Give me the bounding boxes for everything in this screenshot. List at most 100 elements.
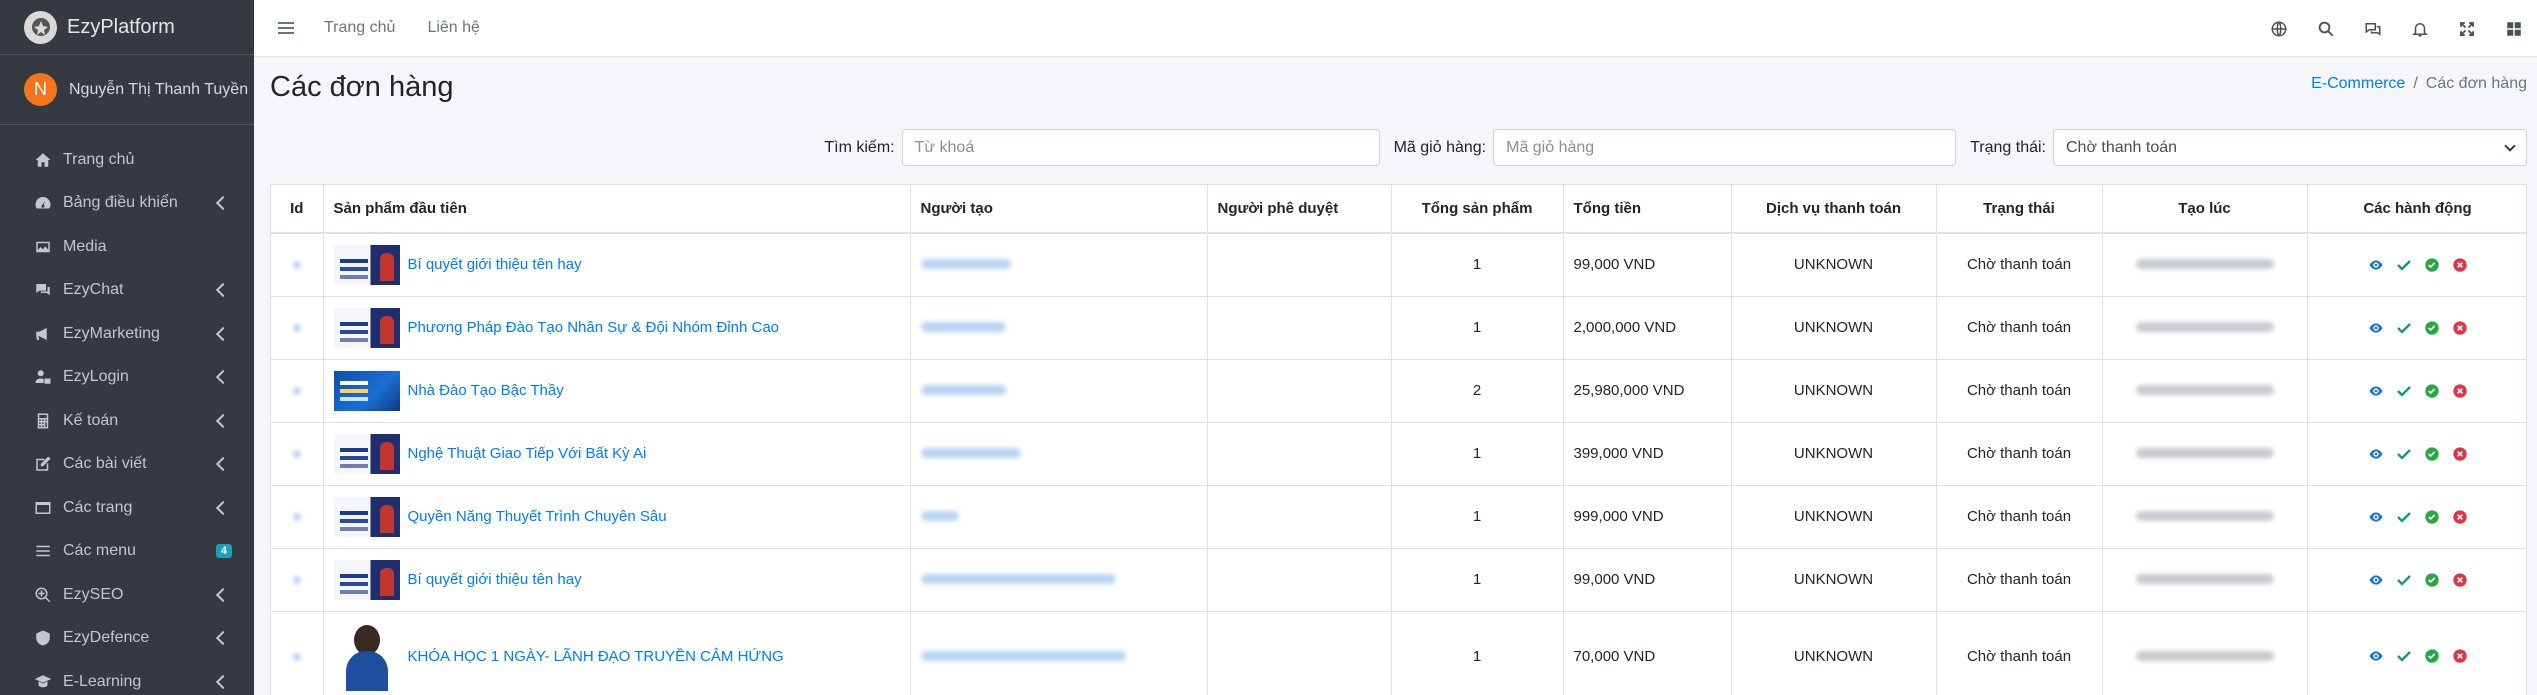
- creator-cell[interactable]: [910, 295, 1208, 359]
- delete-circle-x-icon[interactable]: [2452, 509, 2468, 525]
- order-id-cell[interactable]: [271, 232, 324, 296]
- view-eye-icon[interactable]: [2368, 446, 2384, 462]
- sidebar-item-elearning[interactable]: E-Learning: [0, 660, 254, 695]
- column-header-total-items: Tổng sản phẩm: [1391, 185, 1564, 234]
- home-icon: [32, 149, 54, 171]
- approver-cell: [1207, 610, 1392, 695]
- product-link[interactable]: Phương Pháp Đào Tạo Nhân Sự & Đội Nhóm Đ…: [408, 319, 780, 336]
- chevron-left-icon: [215, 587, 231, 602]
- total-items-cell: 1: [1391, 295, 1564, 359]
- order-id-cell[interactable]: [271, 358, 324, 422]
- sidebar-item-ezydefence[interactable]: EzyDefence: [0, 617, 254, 661]
- approve-circle-check-icon[interactable]: [2424, 320, 2440, 336]
- search-plus-icon: [32, 584, 54, 606]
- order-id-cell[interactable]: [271, 421, 324, 485]
- view-eye-icon[interactable]: [2368, 257, 2384, 273]
- top-link-home[interactable]: Trang chủ: [324, 19, 395, 37]
- approve-circle-check-icon[interactable]: [2424, 257, 2440, 273]
- redacted-date: [2135, 259, 2274, 270]
- approve-circle-check-icon[interactable]: [2424, 383, 2440, 399]
- user-panel[interactable]: N Nguyễn Thị Thanh Tuyền: [0, 55, 254, 125]
- view-eye-icon[interactable]: [2368, 572, 2384, 588]
- status-cell: Chờ thanh toán: [1936, 610, 2103, 695]
- view-eye-icon[interactable]: [2368, 648, 2384, 664]
- sidebar-item-label: Trang chủ: [63, 150, 135, 168]
- breadcrumb-link-ecommerce[interactable]: E-Commerce: [2311, 75, 2405, 92]
- delete-circle-x-icon[interactable]: [2452, 572, 2468, 588]
- sidebar-item-home[interactable]: Trang chủ: [0, 138, 254, 182]
- order-id-cell[interactable]: [271, 295, 324, 359]
- breadcrumb: E-Commerce / Các đơn hàng: [2311, 75, 2527, 93]
- sidebar-item-media[interactable]: Media: [0, 225, 254, 269]
- actions-cell: [2307, 358, 2526, 422]
- search-icon[interactable]: [2302, 0, 2349, 57]
- created-at-cell: [2102, 484, 2308, 548]
- creator-cell[interactable]: [910, 421, 1208, 485]
- product-link[interactable]: Bí quyết giới thiệu tên hay: [408, 256, 582, 273]
- creator-cell[interactable]: [910, 484, 1208, 548]
- order-id-cell[interactable]: [271, 547, 324, 611]
- check-icon[interactable]: [2396, 446, 2412, 462]
- approve-circle-check-icon[interactable]: [2424, 572, 2440, 588]
- redacted-creator: [920, 259, 1011, 270]
- order-id-cell[interactable]: [271, 610, 324, 695]
- order-id-cell[interactable]: [271, 484, 324, 548]
- check-icon[interactable]: [2396, 572, 2412, 588]
- search-input[interactable]: [901, 129, 1380, 166]
- status-cell: Chờ thanh toán: [1936, 358, 2103, 422]
- check-icon[interactable]: [2396, 383, 2412, 399]
- fullscreen-icon[interactable]: [2443, 0, 2490, 57]
- check-icon[interactable]: [2396, 320, 2412, 336]
- brand[interactable]: EzyPlatform: [0, 0, 254, 55]
- creator-cell[interactable]: [910, 358, 1208, 422]
- cart-code-input[interactable]: [1493, 129, 1957, 166]
- approve-circle-check-icon[interactable]: [2424, 648, 2440, 664]
- approve-circle-check-icon[interactable]: [2424, 509, 2440, 525]
- comments-icon[interactable]: [2349, 0, 2396, 57]
- view-eye-icon[interactable]: [2368, 383, 2384, 399]
- created-at-cell: [2102, 295, 2308, 359]
- check-icon[interactable]: [2396, 257, 2412, 273]
- check-icon[interactable]: [2396, 648, 2412, 664]
- creator-cell[interactable]: [910, 547, 1208, 611]
- product-link[interactable]: Nghệ Thuật Giao Tiếp Với Bất Kỳ Ai: [408, 445, 647, 462]
- creator-cell[interactable]: [910, 610, 1208, 695]
- product-link[interactable]: Nhà Đào Tạo Bậc Thầy: [408, 382, 564, 399]
- sidebar-item-posts[interactable]: Các bài viết: [0, 443, 254, 487]
- user-lock-icon: [32, 366, 54, 388]
- delete-circle-x-icon[interactable]: [2452, 383, 2468, 399]
- redacted-date: [2135, 650, 2274, 661]
- sidebar-item-ezymarketing[interactable]: EzyMarketing: [0, 312, 254, 356]
- sidebar-item-ezychat[interactable]: EzyChat: [0, 269, 254, 313]
- sidebar-item-label: Các menu: [63, 542, 136, 560]
- sidebar-item-menus[interactable]: Các menu 4: [0, 530, 254, 574]
- created-at-cell: [2102, 232, 2308, 296]
- sidebar-item-ezylogin[interactable]: EzyLogin: [0, 356, 254, 400]
- sidebar-item-pages[interactable]: Các trang: [0, 486, 254, 530]
- page-title: Các đơn hàng: [270, 71, 454, 103]
- sidebar-item-dashboard[interactable]: Bảng điều khiển: [0, 182, 254, 226]
- sidebar-item-accounting[interactable]: Kế toán: [0, 399, 254, 443]
- creator-cell[interactable]: [910, 232, 1208, 296]
- product-link[interactable]: Quyền Năng Thuyết Trình Chuyên Sâu: [408, 508, 667, 525]
- globe-icon[interactable]: [2255, 0, 2302, 57]
- sidebar-item-label: EzyChat: [63, 281, 124, 299]
- check-icon[interactable]: [2396, 509, 2412, 525]
- top-link-contact[interactable]: Liên hệ: [427, 19, 480, 37]
- hamburger-menu-icon[interactable]: [278, 19, 294, 37]
- approve-circle-check-icon[interactable]: [2424, 446, 2440, 462]
- product-link[interactable]: Bí quyết giới thiệu tên hay: [408, 571, 582, 588]
- apps-grid-icon[interactable]: [2490, 0, 2537, 57]
- status-select[interactable]: Chờ thanh toán: [2053, 129, 2527, 166]
- total-items-cell: 1: [1391, 484, 1564, 548]
- sidebar-item-ezyseo[interactable]: EzySEO: [0, 573, 254, 617]
- delete-circle-x-icon[interactable]: [2452, 648, 2468, 664]
- view-eye-icon[interactable]: [2368, 509, 2384, 525]
- delete-circle-x-icon[interactable]: [2452, 320, 2468, 336]
- bell-icon[interactable]: [2396, 0, 2443, 57]
- delete-circle-x-icon[interactable]: [2452, 257, 2468, 273]
- view-eye-icon[interactable]: [2368, 320, 2384, 336]
- delete-circle-x-icon[interactable]: [2452, 446, 2468, 462]
- actions-cell: [2307, 421, 2526, 485]
- product-link[interactable]: KHÓA HỌC 1 NGÀY- LÃNH ĐẠO TRUYỀN CẢM HỨN…: [408, 648, 784, 665]
